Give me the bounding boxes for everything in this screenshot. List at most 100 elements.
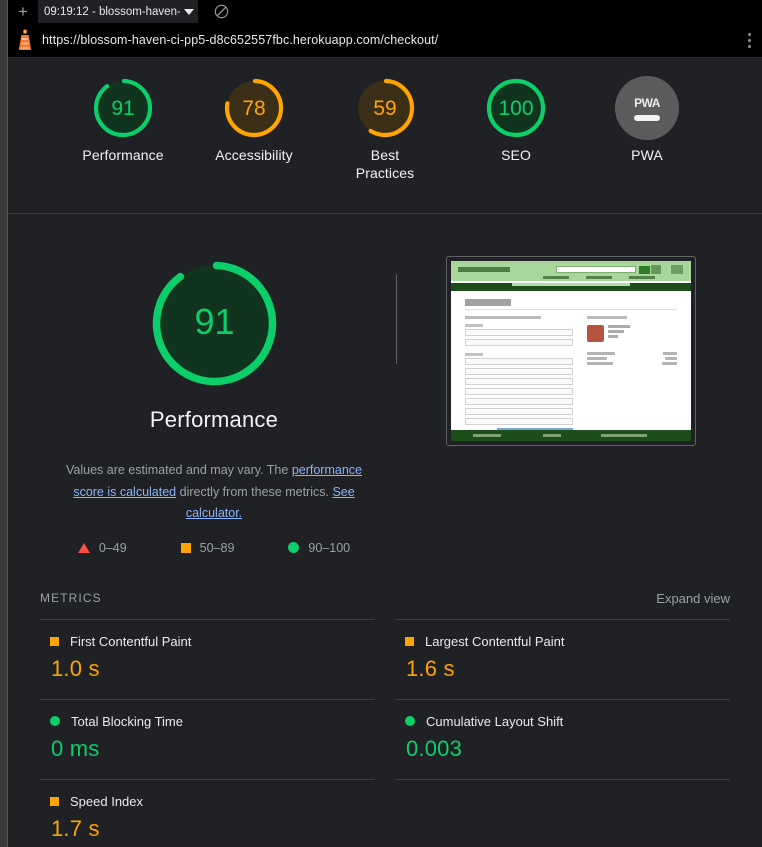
gauge-accessibility-arc: 78 (224, 78, 284, 138)
triangle-fail-icon (77, 542, 90, 553)
description-part-1: Values are estimated and may vary. The (66, 463, 292, 477)
square-average-icon (180, 542, 191, 553)
metrics-column-right: Largest Contentful Paint 1.6 s Cumulativ… (395, 618, 730, 847)
metric-name: Largest Contentful Paint (425, 633, 565, 649)
metric-name: First Contentful Paint (70, 633, 192, 649)
gauge-seo-label: SEO (501, 147, 531, 163)
metrics-grid: First Contentful Paint 1.0 s Total Block… (40, 618, 730, 847)
new-report-button[interactable]: + (8, 0, 38, 23)
expand-view-toggle[interactable]: Expand view (656, 591, 730, 606)
legend-item-fail: 0–49 (77, 540, 127, 555)
kebab-menu-icon[interactable] (736, 23, 762, 58)
category-description: Values are estimated and may vary. The p… (49, 460, 379, 525)
window-left-rail (0, 0, 8, 847)
big-gauge-value: 91 (194, 301, 234, 342)
gauge-performance-label: Performance (82, 147, 164, 163)
metric-speed-index[interactable]: Speed Index 1.7 s (40, 778, 375, 847)
description-part-2: directly from these metrics. (176, 484, 333, 499)
thumb-cart-icon (671, 265, 683, 274)
gauge-accessibility-value: 78 (242, 97, 265, 120)
gauge-pwa-label: PWA (631, 147, 663, 163)
thumb-nav (543, 276, 655, 279)
thumb-checkout-form (465, 316, 573, 441)
report-tab-label: 09:19:12 - blossom-haven-ci-p (44, 5, 180, 18)
final-screenshot-image (451, 261, 691, 441)
lighthouse-icon (8, 23, 42, 58)
metrics-right-bottom-separator (395, 778, 730, 780)
metrics-header: METRICS Expand view (40, 591, 730, 619)
category-divider (396, 274, 397, 364)
category-title: Performance (149, 407, 279, 432)
metric-largest-contentful-paint[interactable]: Largest Contentful Paint 1.6 s (395, 618, 730, 699)
metric-total-blocking-time[interactable]: Total Blocking Time 0 ms (40, 698, 375, 779)
chevron-down-icon[interactable] (184, 8, 194, 15)
legend-label-fail: 0–49 (98, 540, 127, 555)
gauge-best-practices-value: 59 (373, 97, 396, 120)
final-screenshot-frame (446, 256, 696, 446)
gauge-performance[interactable]: 91 Performance (73, 76, 173, 165)
thumb-search-field (556, 266, 636, 273)
no-entry-icon[interactable] (210, 0, 233, 23)
metric-cumulative-layout-shift[interactable]: Cumulative Layout Shift 0.003 (395, 698, 730, 779)
thumb-search-button (639, 266, 650, 274)
lighthouse-report-window: + 09:19:12 - blossom-haven-ci-p https://… (0, 0, 762, 847)
legend-item-pass: 90–100 (288, 541, 350, 555)
thumb-page-heading (465, 299, 511, 306)
thumb-brand-logo (458, 267, 510, 272)
score-legend: 0–49 50–89 90–100 (49, 541, 379, 555)
square-average-icon (50, 636, 59, 646)
metric-value: 0 ms (51, 735, 100, 761)
metric-name: Total Blocking Time (71, 713, 183, 729)
pwa-dash-icon (634, 114, 660, 121)
category-score-block: 91 Performance (40, 256, 388, 433)
thumb-site-header (451, 261, 691, 281)
big-gauge-performance: 91 (152, 261, 276, 386)
category-top-row: 91 Performance (40, 256, 730, 446)
report-tab[interactable]: 09:19:12 - blossom-haven-ci-p (38, 0, 198, 23)
thumb-site-footer (451, 430, 691, 441)
pwa-badge: PWA (615, 76, 679, 140)
gauge-seo-value: 100 (498, 97, 533, 120)
devtools-tabstrip: + 09:19:12 - blossom-haven-ci-p (8, 0, 762, 23)
circle-pass-icon (288, 542, 300, 553)
legend-label-pass: 90–100 (308, 540, 351, 555)
gauge-best-practices[interactable]: 59 Best Practices (335, 76, 435, 183)
square-average-icon (50, 796, 59, 806)
gauge-seo-arc: 100 (486, 78, 546, 138)
legend-item-average: 50–89 (180, 540, 235, 555)
thumb-promo-banner (451, 283, 691, 291)
page-url: https://blossom-haven-ci-pp5-d8c652557fb… (42, 33, 439, 47)
metrics-heading: METRICS (40, 591, 102, 605)
score-gauges: 91 Performance 78 Accessibility 59 Best … (8, 58, 762, 214)
thumb-page-body (451, 291, 691, 441)
metric-value: 0.003 (406, 735, 463, 761)
metric-name: Cumulative Layout Shift (426, 713, 564, 729)
gauge-seo[interactable]: 100 SEO (466, 76, 566, 165)
gauge-accessibility-label: Accessibility (215, 147, 293, 163)
final-screenshot[interactable] (446, 256, 696, 446)
metrics-column-left: First Contentful Paint 1.0 s Total Block… (40, 618, 375, 847)
gauge-performance-arc: 91 (93, 78, 153, 138)
gauge-best-practices-label-line2: Practices (355, 164, 415, 181)
report-body: 91 Performance 78 Accessibility 59 Best … (8, 58, 762, 847)
thumb-order-summary (587, 316, 677, 441)
circle-pass-icon (405, 716, 415, 726)
metric-name: Speed Index (70, 793, 144, 809)
metric-first-contentful-paint[interactable]: First Contentful Paint 1.0 s (40, 618, 375, 699)
legend-label-average: 50–89 (199, 540, 235, 555)
report-url-bar: https://blossom-haven-ci-pp5-d8c652557fb… (8, 23, 762, 58)
gauge-best-practices-label-line1: Best (370, 147, 400, 163)
gauge-best-practices-label: Best Practices (356, 147, 414, 183)
circle-pass-icon (50, 716, 60, 726)
gauge-best-practices-arc: 59 (355, 78, 415, 138)
square-average-icon (405, 636, 414, 646)
gauge-accessibility[interactable]: 78 Accessibility (204, 76, 304, 165)
performance-category: 91 Performance Values are estimated and … (8, 214, 762, 555)
pwa-badge-text: PWA (634, 95, 660, 110)
metric-value: 1.0 s (51, 655, 100, 681)
metrics-section: METRICS Expand view First Contentful Pai… (8, 591, 762, 847)
metric-value: 1.7 s (51, 815, 100, 841)
gauge-performance-value: 91 (111, 97, 134, 120)
gauge-pwa[interactable]: PWA PWA (597, 76, 697, 165)
thumb-account-icon (651, 265, 661, 274)
